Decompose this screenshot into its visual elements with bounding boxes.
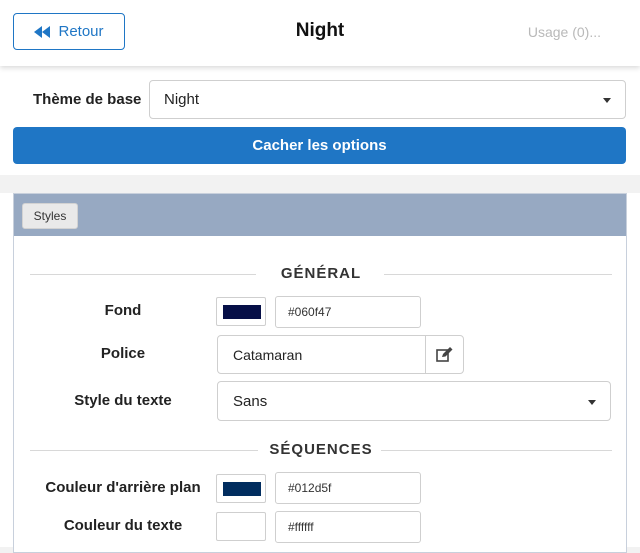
base-theme-select[interactable]: Night: [149, 80, 626, 119]
section-sequences-title: SÉQUENCES: [269, 441, 373, 458]
panel-header: Styles: [14, 194, 626, 236]
chevron-down-icon: [588, 400, 596, 405]
tab-styles[interactable]: Styles: [22, 203, 78, 229]
sequence-text-color-label: Couleur du texte: [63, 517, 183, 534]
styles-panel: Styles GÉNÉRAL Fond #060f47 Police Catam…: [13, 193, 627, 553]
double-left-arrow-icon: [34, 25, 51, 38]
sequence-text-color-fill: [223, 520, 261, 534]
base-theme-value: Night: [164, 91, 200, 108]
chevron-down-icon: [603, 98, 611, 103]
hide-options-button[interactable]: Cacher les options: [13, 127, 626, 164]
sequence-bg-hex-input[interactable]: #012d5f: [275, 472, 421, 504]
font-edit-button[interactable]: [425, 335, 464, 374]
back-button[interactable]: Retour: [13, 13, 125, 50]
background-label: Fond: [104, 302, 142, 319]
font-label: Police: [100, 345, 146, 362]
sequence-text-color-swatch[interactable]: [216, 512, 266, 541]
base-theme-label: Thème de base: [33, 91, 142, 108]
back-button-label: Retour: [58, 23, 104, 40]
section-sequences-header: SÉQUENCES: [30, 440, 612, 460]
usage-link[interactable]: Usage (0)...: [528, 24, 601, 40]
background-color-swatch[interactable]: [216, 297, 266, 326]
sequence-text-hex-input[interactable]: #ffffff: [275, 511, 421, 543]
background-hex-input[interactable]: #060f47: [275, 296, 421, 328]
sequence-bg-color-swatch[interactable]: [216, 474, 266, 503]
edit-icon: [436, 347, 453, 362]
divider-band: [0, 175, 640, 193]
text-style-select[interactable]: Sans: [217, 381, 611, 421]
background-color-fill: [223, 305, 261, 319]
sequence-bg-color-fill: [223, 482, 261, 496]
section-general-header: GÉNÉRAL: [30, 264, 612, 284]
base-theme-row: Thème de base Night: [0, 80, 640, 120]
sequence-bg-color-label: Couleur d'arrière plan: [45, 479, 201, 496]
section-general-title: GÉNÉRAL: [280, 265, 362, 282]
font-input[interactable]: Catamaran: [217, 335, 426, 374]
text-style-value: Sans: [233, 392, 268, 410]
top-bar: Retour Night Usage (0)...: [0, 0, 640, 66]
text-style-label: Style du texte: [74, 392, 172, 409]
main-content: Thème de base Night Cacher les options S…: [0, 66, 640, 553]
